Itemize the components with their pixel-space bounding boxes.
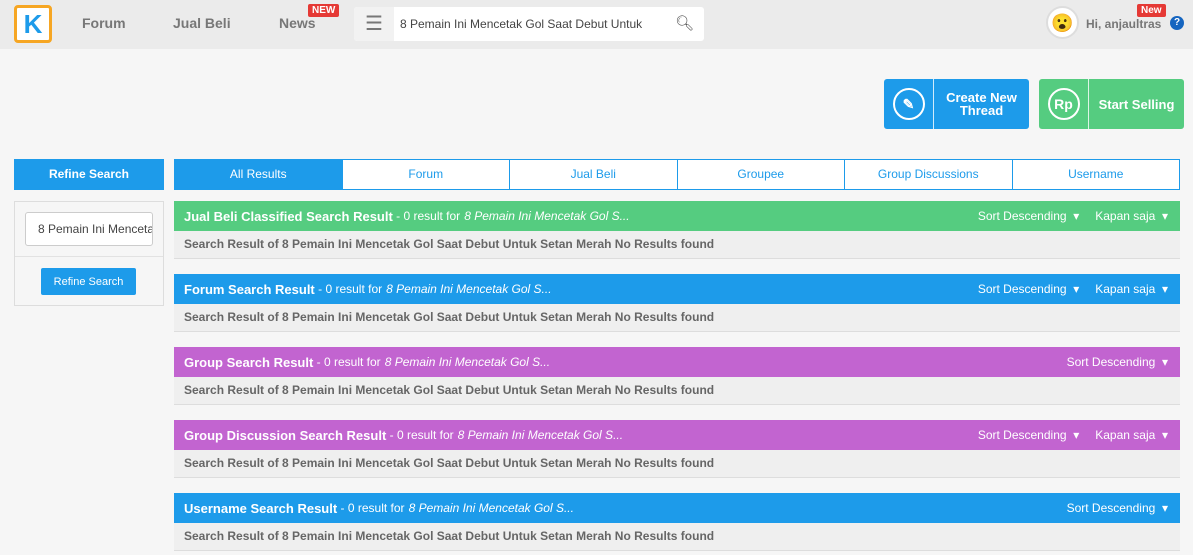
time-dropdown[interactable]: Kapan saja ▾ [1095, 209, 1168, 223]
refine-panel: Refine Search [14, 201, 164, 306]
result-tabs: All Results Forum Jual Beli Groupee Grou… [174, 159, 1180, 190]
create-thread-button[interactable]: ✎ Create New Thread [884, 79, 1029, 129]
news-new-badge: NEW [308, 4, 340, 17]
section-title: Group Search Result [184, 354, 314, 370]
menu-icon[interactable]: ☰ [354, 7, 394, 41]
nav-jual-beli[interactable]: Jual Beli [173, 15, 231, 31]
tab-all-results[interactable]: All Results [174, 159, 343, 190]
result-count: - 0 result for [389, 428, 454, 442]
section-title: Username Search Result [184, 500, 338, 516]
sort-dropdown[interactable]: Sort Descending ▾ [978, 428, 1079, 442]
section-header: Group Discussion Search Result - 0 resul… [174, 420, 1180, 450]
search-input[interactable] [400, 7, 670, 41]
section-header: Username Search Result - 0 result for 8 … [174, 493, 1180, 523]
search-icon[interactable]: 🔍︎ [675, 14, 694, 32]
result-section: Forum Search Result - 0 result for 8 Pem… [174, 274, 1180, 332]
result-count: - 0 result for [396, 209, 461, 223]
result-query: 8 Pemain Ini Mencetak Gol S... [464, 209, 630, 223]
time-dropdown[interactable]: Kapan saja ▾ [1095, 282, 1168, 296]
result-query: 8 Pemain Ini Mencetak Gol S... [384, 355, 551, 369]
refine-search-button[interactable]: Refine Search [41, 268, 136, 295]
sort-dropdown[interactable]: Sort Descending ▾ [1067, 355, 1168, 369]
section-body: Search Result of 8 Pemain Ini Mencetak G… [174, 231, 1180, 259]
tab-groupee[interactable]: Groupee [677, 159, 845, 190]
nav-news[interactable]: News [279, 15, 316, 31]
result-count: - 0 result for [318, 282, 383, 296]
result-section: Group Discussion Search Result - 0 resul… [174, 420, 1180, 478]
nav-forum[interactable]: Forum [82, 15, 126, 31]
section-body: Search Result of 8 Pemain Ini Mencetak G… [174, 304, 1180, 332]
sort-dropdown[interactable]: Sort Descending ▾ [1067, 501, 1168, 515]
sort-dropdown[interactable]: Sort Descending ▾ [978, 282, 1079, 296]
result-query: 8 Pemain Ini Mencetak Gol S... [386, 282, 552, 296]
user-new-badge: New [1137, 4, 1166, 17]
search-bar: ☰ 🔍︎ [354, 7, 704, 41]
section-body: Search Result of 8 Pemain Ini Mencetak G… [174, 450, 1180, 478]
divider [15, 256, 163, 257]
tab-forum[interactable]: Forum [342, 159, 510, 190]
section-title: Forum Search Result [184, 281, 315, 297]
kaskus-logo[interactable]: K [14, 5, 52, 43]
result-count: - 0 result for [340, 501, 405, 515]
result-section: Jual Beli Classified Search Result - 0 r… [174, 201, 1180, 259]
refine-title: Refine Search [14, 159, 164, 190]
pencil-icon: ✎ [892, 88, 925, 120]
time-dropdown[interactable]: Kapan saja ▾ [1095, 428, 1168, 442]
section-header: Jual Beli Classified Search Result - 0 r… [174, 201, 1180, 231]
tab-username[interactable]: Username [1012, 159, 1180, 190]
avatar[interactable]: 😮 [1046, 6, 1079, 39]
refine-input[interactable] [25, 212, 153, 246]
section-body: Search Result of 8 Pemain Ini Mencetak G… [174, 377, 1180, 405]
result-count: - 0 result for [316, 355, 381, 369]
result-query: 8 Pemain Ini Mencetak Gol S... [408, 501, 574, 515]
tab-jual-beli[interactable]: Jual Beli [510, 159, 678, 190]
section-header: Forum Search Result - 0 result for 8 Pem… [174, 274, 1180, 304]
result-section: Username Search Result - 0 result for 8 … [174, 493, 1180, 551]
section-title: Jual Beli Classified Search Result [184, 208, 393, 224]
section-title: Group Discussion Search Result [184, 427, 387, 443]
result-section: Group Search Result - 0 result for 8 Pem… [174, 347, 1180, 405]
tab-group-discussions[interactable]: Group Discussions [845, 159, 1013, 190]
sort-dropdown[interactable]: Sort Descending ▾ [978, 209, 1079, 223]
help-icon[interactable]: ? [1170, 16, 1184, 30]
top-bar: K Forum Jual Beli News NEW ☰ 🔍︎ 😮 Hi, an… [0, 0, 1193, 49]
section-body: Search Result of 8 Pemain Ini Mencetak G… [174, 523, 1180, 551]
start-selling-button[interactable]: Rp Start Selling [1039, 79, 1184, 129]
result-query: 8 Pemain Ini Mencetak Gol S... [457, 428, 624, 442]
section-header: Group Search Result - 0 result for 8 Pem… [174, 347, 1180, 377]
user-greeting[interactable]: Hi, anjaultras [1086, 17, 1161, 31]
rupiah-icon: Rp [1047, 88, 1080, 120]
